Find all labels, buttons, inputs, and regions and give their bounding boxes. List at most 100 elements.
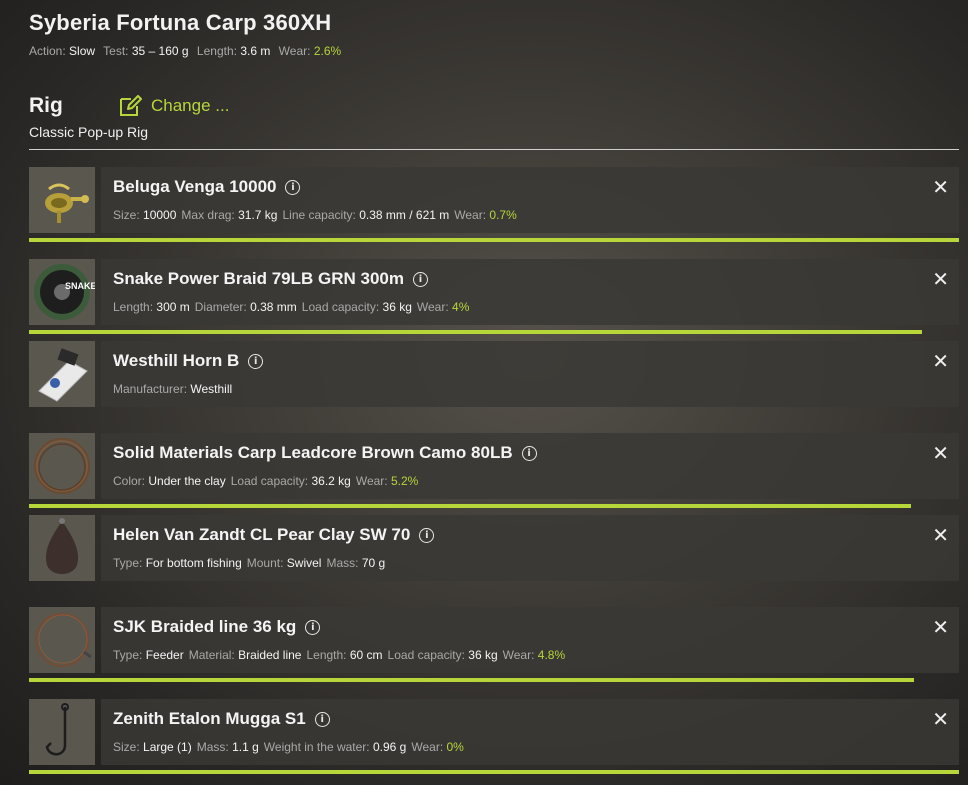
detail-value: 0.38 mm <box>250 300 297 314</box>
item-name-text: Snake Power Braid 79LB GRN 300m <box>113 269 405 288</box>
detail-label: Length: <box>113 300 154 314</box>
item-panel: Helen Van Zandt CL Pear Clay SW 70 i Type:… <box>101 515 959 581</box>
detail-label: Manufacturer: <box>113 382 188 396</box>
remove-item-icon[interactable]: ✕ <box>932 175 949 199</box>
item-details: Type: For bottom fishing Mount: Swivel Mas… <box>113 556 390 570</box>
detail-value: 1.1 g <box>232 740 259 754</box>
condition-bar-fill <box>29 770 959 774</box>
item-name-text: Solid Materials Carp Leadcore Brown Camo… <box>113 443 513 462</box>
wear-value: 4% <box>452 300 470 314</box>
wear-value: 0.7% <box>489 208 517 222</box>
remove-item-icon[interactable]: ✕ <box>932 349 949 373</box>
remove-item-icon[interactable]: ✕ <box>932 441 949 465</box>
remove-item-icon[interactable]: ✕ <box>932 615 949 639</box>
item-name: SJK Braided line 36 kg i <box>113 617 321 637</box>
item-panel: Solid Materials Carp Leadcore Brown Camo… <box>101 433 959 499</box>
detail-value: 31.7 kg <box>238 208 278 222</box>
detail-value: Braided line <box>238 648 302 662</box>
detail-label: Weight in the water: <box>263 740 370 754</box>
rig-divider <box>29 149 959 150</box>
item-details: Length: 300 m Diameter: 0.38 mm Load capac… <box>113 300 474 314</box>
detail-label: Length: <box>306 648 347 662</box>
item-name-text: Helen Van Zandt CL Pear Clay SW 70 <box>113 525 411 544</box>
detail-label: Mount: <box>246 556 284 570</box>
wear-value: 5.2% <box>390 474 419 488</box>
detail-value: 300 m <box>156 300 190 314</box>
item-panel: Beluga Venga 10000 i Size: 10000 Max drag: … <box>101 167 959 233</box>
detail-value: 10000 <box>143 208 177 222</box>
detail-label: Load capacity: <box>387 648 465 662</box>
detail-value: 0.38 mm / 621 m <box>359 208 450 222</box>
remove-item-icon[interactable]: ✕ <box>932 267 949 291</box>
detail-label: Type: <box>113 648 143 662</box>
detail-label: Line capacity: <box>282 208 356 222</box>
rig-item-row[interactable]: Zenith Etalon Mugga S1 i Size: Large (1) Ma… <box>29 699 959 774</box>
line-spool-icon: SNAKE <box>29 259 97 325</box>
detail-label: Color: <box>113 474 146 488</box>
condition-bar <box>29 238 959 242</box>
rod-header: Syberia Fortuna Carp 360XH Action: Slow … <box>29 10 346 58</box>
rig-item-row[interactable]: Helen Van Zandt CL Pear Clay SW 70 i Type:… <box>29 515 959 581</box>
info-icon[interactable]: i <box>521 445 537 461</box>
detail-label: Wear: <box>416 300 449 314</box>
braided-leader-icon <box>29 607 95 673</box>
change-rig-button[interactable]: Change ... <box>119 95 229 117</box>
rig-item-row[interactable]: SJK Braided line 36 kg i Type: Feeder Mater… <box>29 607 959 682</box>
condition-bar-fill <box>29 330 922 334</box>
item-details: Size: Large (1) Mass: 1.1 g Weight in the … <box>113 740 469 754</box>
rig-item-row[interactable]: Westhill Horn B i Manufacturer: Westhill ✕ <box>29 341 959 407</box>
detail-label: Size: <box>113 740 140 754</box>
detail-value: 0.96 g <box>372 740 407 754</box>
condition-bar <box>29 678 959 682</box>
detail-value: Large (1) <box>143 740 192 754</box>
detail-value: Westhill <box>190 382 233 396</box>
rig-item-row[interactable]: Solid Materials Carp Leadcore Brown Camo… <box>29 433 959 508</box>
remove-item-icon[interactable]: ✕ <box>932 523 949 547</box>
detail-value: Swivel <box>286 556 322 570</box>
remove-item-icon[interactable]: ✕ <box>932 707 949 731</box>
detail-label: Mass: <box>326 556 359 570</box>
rod-wear-value: 2.6% <box>313 44 342 58</box>
item-name: Beluga Venga 10000 i <box>113 177 301 197</box>
item-details: Type: Feeder Material: Braided line Length… <box>113 648 570 662</box>
condition-bar-fill <box>29 238 959 242</box>
rig-name: Classic Pop-up Rig <box>29 124 149 140</box>
rod-stat-value: 35 – 160 g <box>131 44 189 58</box>
rod-stat-label: Test: <box>103 44 129 58</box>
detail-value: For bottom fishing <box>145 556 242 570</box>
info-icon[interactable]: i <box>285 179 301 195</box>
condition-bar <box>29 504 959 508</box>
leadcore-coil-icon <box>29 433 95 499</box>
edit-icon <box>120 95 142 116</box>
info-icon[interactable]: i <box>248 353 264 369</box>
detail-label: Wear: <box>411 740 444 754</box>
item-details: Color: Under the clay Load capacity: 36.2… <box>113 474 423 488</box>
rig-item-row[interactable]: Beluga Venga 10000 i Size: 10000 Max drag: … <box>29 167 959 242</box>
detail-label: Wear: <box>454 208 487 222</box>
wear-value: 4.8% <box>537 648 566 662</box>
item-name-text: Zenith Etalon Mugga S1 <box>113 709 306 728</box>
detail-label: Type: <box>113 556 143 570</box>
item-panel: Snake Power Braid 79LB GRN 300m i Length: … <box>101 259 959 325</box>
condition-bar <box>29 770 959 774</box>
detail-value: 36 kg <box>382 300 412 314</box>
info-icon[interactable]: i <box>419 527 435 543</box>
reel-icon <box>29 167 95 233</box>
rig-header: Rig Change ... Classic Pop-up Rig <box>29 94 959 140</box>
item-name: Helen Van Zandt CL Pear Clay SW 70 i <box>113 525 435 545</box>
detail-label: Mass: <box>196 740 229 754</box>
item-panel: SJK Braided line 36 kg i Type: Feeder Mater… <box>101 607 959 673</box>
info-icon[interactable]: i <box>413 271 429 287</box>
info-icon[interactable]: i <box>305 619 321 635</box>
condition-bar-fill <box>29 678 915 682</box>
detail-label: Wear: <box>502 648 535 662</box>
rig-item-row[interactable]: SNAKE Snake Power Braid 79LB GRN 300m i Len… <box>29 259 959 334</box>
detail-label: Material: <box>188 648 235 662</box>
item-name-text: Westhill Horn B <box>113 351 240 370</box>
condition-bar-fill <box>29 504 911 508</box>
info-icon[interactable]: i <box>314 711 330 727</box>
rod-stat-label: Wear: <box>278 44 311 58</box>
rod-stat-value: 3.6 m <box>240 44 271 58</box>
rod-stat-label: Action: <box>29 44 66 58</box>
detail-value: Feeder <box>145 648 184 662</box>
